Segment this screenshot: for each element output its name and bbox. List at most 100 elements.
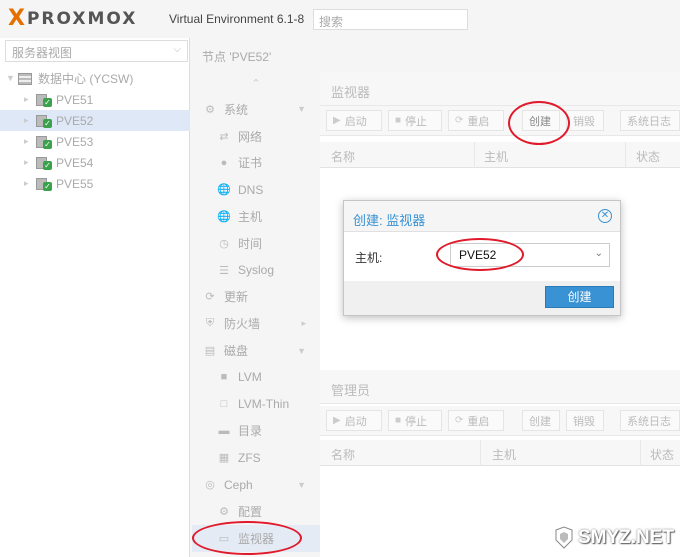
globe-icon: 🌐 <box>217 211 231 224</box>
chevron-down-icon: ⌵ <box>173 44 181 55</box>
nav-item-label: 配置 <box>238 504 263 519</box>
column-header-host[interactable]: 主机 <box>492 446 516 463</box>
column-divider <box>474 142 475 168</box>
column-header-name[interactable]: 名称 <box>331 446 355 463</box>
nav-item-config[interactable]: ⚙ 配置 <box>192 498 320 525</box>
chevron-down-icon[interactable]: ▼ <box>297 480 306 490</box>
create-button-label: 创建 <box>529 415 551 428</box>
stop-button-label: 停止 <box>405 115 428 128</box>
column-divider <box>640 440 641 466</box>
nav-item-syslog[interactable]: ☰ Syslog <box>192 257 320 284</box>
hdd-icon: ▤ <box>204 345 216 358</box>
host-select-value: PVE52 <box>459 248 497 262</box>
nav-item-label: DNS <box>238 182 264 197</box>
host-select[interactable]: PVE52 ⌄ <box>450 243 610 267</box>
tree-item-node[interactable]: ▸ ✓ PVE53 <box>0 131 190 152</box>
destroy-button[interactable]: 销毁 <box>566 410 604 431</box>
nav-item-time[interactable]: ◷ 时间 <box>192 230 320 257</box>
syslog-button[interactable]: 系统日志 <box>620 410 680 431</box>
view-selector[interactable]: 服务器视图 ⌵ <box>5 40 188 62</box>
chevron-down-icon[interactable]: ▼ <box>297 104 306 114</box>
stop-button[interactable]: ■ 停止 <box>388 110 442 131</box>
column-header-status[interactable]: 状态 <box>650 446 674 463</box>
column-header-host[interactable]: 主机 <box>484 148 508 165</box>
monitor-icon: ▭ <box>218 532 230 545</box>
list-icon: ☰ <box>219 264 229 277</box>
nav-item-lvm[interactable]: ■ LVM <box>192 364 320 391</box>
node-online-icon: ✓ <box>36 114 52 128</box>
dialog-create-button[interactable]: 创建 <box>545 286 614 308</box>
search-input[interactable]: 搜索 <box>313 9 468 30</box>
close-icon[interactable]: ✕ <box>598 209 612 223</box>
nav-item-system[interactable]: ⚙ 系统 ▼ <box>192 96 320 123</box>
stop-button[interactable]: ■ 停止 <box>388 410 442 431</box>
node-label: PVE54 <box>56 155 94 170</box>
start-button-label: 启动 <box>344 115 367 128</box>
nav-item-label: LVM-Thin <box>238 397 290 412</box>
column-divider <box>480 440 481 466</box>
tree-item-node[interactable]: ▸ ✓ PVE55 <box>0 173 190 194</box>
nav-item-lvm-thin[interactable]: □ LVM-Thin <box>192 391 320 418</box>
grid-icon: ▦ <box>218 452 230 465</box>
collapse-icon[interactable]: ▼ <box>6 73 15 83</box>
create-button[interactable]: 创建 <box>522 410 560 431</box>
expand-icon[interactable]: ▸ <box>24 136 29 147</box>
refresh-icon: ⟳ <box>205 291 215 304</box>
view-selector-value: 服务器视图 <box>12 46 73 60</box>
certificate-icon: ● <box>220 156 228 169</box>
expand-icon[interactable]: ▸ <box>24 178 29 189</box>
nav-item-directory[interactable]: ▬ 目录 <box>192 418 320 445</box>
scroll-up-icon[interactable]: ⌃ <box>192 72 320 96</box>
node-online-icon: ✓ <box>36 156 52 170</box>
resource-tree: ▼ 数据中心 (YCSW) ▸ ✓ PVE51 ▸ ✓ PVE52 ▸ ✓ PV… <box>0 68 190 194</box>
chevron-down-icon[interactable]: ⌄ <box>595 248 603 259</box>
square-icon: ■ <box>220 371 228 384</box>
datacenter-icon <box>18 72 32 85</box>
dialog-footer: 创建 <box>344 281 620 315</box>
gear-icon: ⚙ <box>219 505 229 518</box>
datacenter-label: 数据中心 (YCSW) <box>38 72 134 86</box>
node-online-icon: ✓ <box>36 93 52 107</box>
tree-item-node-selected[interactable]: ▸ ✓ PVE52 <box>0 110 190 131</box>
expand-icon[interactable]: ▸ <box>24 157 29 168</box>
nav-item-label: 目录 <box>238 424 263 439</box>
expand-icon[interactable]: ▸ <box>24 94 29 105</box>
nav-item-firewall[interactable]: ⛨ 防火墙 ▸ <box>192 310 320 337</box>
node-label: PVE55 <box>56 176 94 191</box>
nav-item-certificates[interactable]: ● 证书 <box>192 150 320 177</box>
destroy-button[interactable]: 销毁 <box>566 110 604 131</box>
tree-item-node[interactable]: ▸ ✓ PVE54 <box>0 152 190 173</box>
start-button[interactable]: ▶ 启动 <box>326 110 382 131</box>
nav-item-dns[interactable]: 🌐 DNS <box>192 176 320 203</box>
manager-grid-header: 名称 主机 状态 <box>320 440 680 466</box>
column-header-name[interactable]: 名称 <box>331 148 355 165</box>
nav-item-monitor[interactable]: ▭ 监视器 <box>192 524 320 552</box>
start-button[interactable]: ▶ 启动 <box>326 410 382 431</box>
node-label: PVE52 <box>56 113 94 128</box>
breadcrumb: 节点 'PVE52' <box>202 50 272 64</box>
syslog-button-label: 系统日志 <box>627 115 671 128</box>
dialog-header: 创建: 监视器 ✕ <box>344 201 620 232</box>
chevron-down-icon[interactable]: ▼ <box>297 346 306 356</box>
restart-button[interactable]: ⟳ 重启 <box>448 110 504 131</box>
nav-item-ceph[interactable]: ◎ Ceph ▼ <box>192 471 320 498</box>
refresh-icon: ⟳ <box>455 415 464 426</box>
nav-item-updates[interactable]: ⟳ 更新 <box>192 284 320 311</box>
nav-item-hosts[interactable]: 🌐 主机 <box>192 203 320 230</box>
folder-icon: ▬ <box>218 424 230 437</box>
tree-item-node[interactable]: ▸ ✓ PVE51 <box>0 89 190 110</box>
create-button[interactable]: 创建 <box>522 110 560 131</box>
chevron-right-icon[interactable]: ▸ <box>301 318 306 329</box>
nav-item-label: ZFS <box>238 450 261 465</box>
expand-icon[interactable]: ▸ <box>24 115 29 126</box>
dialog-title: 创建: 监视器 <box>353 213 426 228</box>
nav-item-zfs[interactable]: ▦ ZFS <box>192 444 320 471</box>
nav-item-network[interactable]: ⇄ 网络 <box>192 123 320 150</box>
watermark-logo-icon <box>555 526 573 549</box>
nav-item-label: Syslog <box>238 263 275 278</box>
syslog-button[interactable]: 系统日志 <box>620 110 680 131</box>
restart-button[interactable]: ⟳ 重启 <box>448 410 504 431</box>
tree-item-datacenter[interactable]: ▼ 数据中心 (YCSW) <box>0 68 190 89</box>
column-header-status[interactable]: 状态 <box>636 148 660 165</box>
nav-item-disks[interactable]: ▤ 磁盘 ▼ <box>192 337 320 364</box>
